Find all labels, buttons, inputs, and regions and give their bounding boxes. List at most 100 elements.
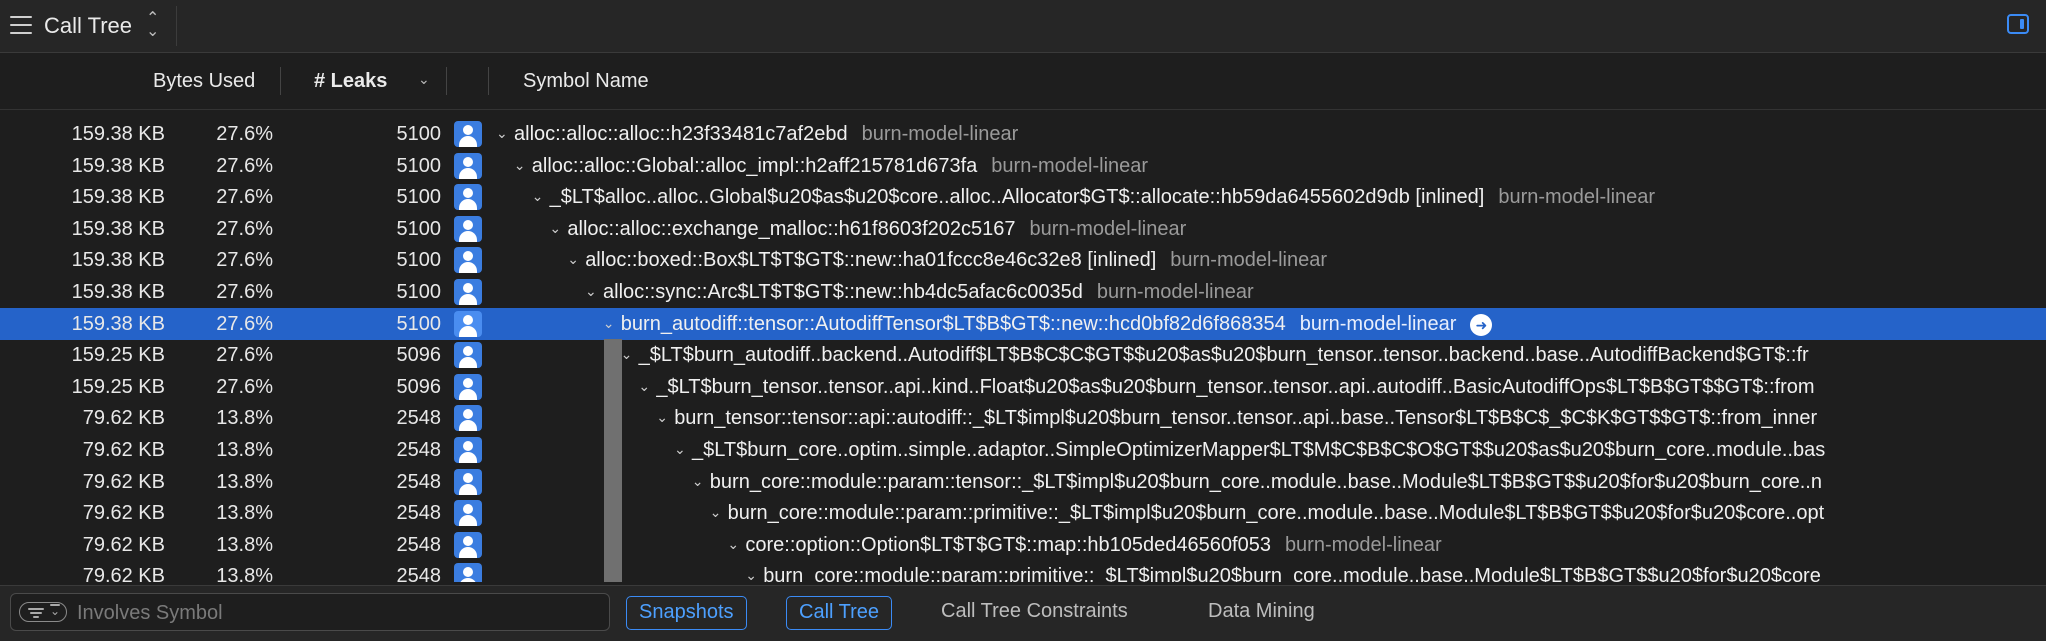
- symbol-cell[interactable]: ⌄ burn_core::module::param::primitive::_$…: [745, 565, 1821, 582]
- symbol-name: burn_core::module::param::tensor::_$LT$i…: [709, 470, 1822, 493]
- navigate-arrow-icon[interactable]: ➜: [1470, 313, 1493, 336]
- library-name: burn-model-linear: [861, 123, 1019, 145]
- table-row[interactable]: 159.38 KB 27.6% 5100 ⌄ _$LT$alloc..alloc..Gl…: [0, 181, 2046, 213]
- bytes-used-cell: 159.38 KB: [71, 249, 165, 272]
- user-code-icon: [454, 247, 482, 274]
- bytes-used-cell: 159.38 KB: [71, 312, 165, 335]
- leaks-cell: 5100: [396, 281, 442, 303]
- percent-cell: 13.8%: [216, 407, 273, 430]
- tab-call-tree[interactable]: Call Tree: [786, 596, 893, 630]
- symbol-name: alloc::boxed::Box$LT$T$GT$::new::ha01fcc…: [585, 249, 1157, 272]
- column-leaks[interactable]: # Leaks: [314, 70, 387, 93]
- symbol-cell[interactable]: ⌄ _$LT$alloc..alloc..Global$u20$as$u20$co…: [532, 186, 1655, 209]
- disclosure-chevron-icon[interactable]: ⌄: [532, 188, 550, 205]
- table-row[interactable]: 159.38 KB 27.6% 5100 ⌄ alloc::sync::Arc$LT$T…: [0, 276, 2046, 308]
- table-row[interactable]: 79.62 KB 13.8% 2548 ⌄ core::option::Option$L…: [0, 528, 2046, 561]
- tab-call-tree-constraints[interactable]: Call Tree Constraints: [929, 596, 1140, 630]
- table-row[interactable]: 159.38 KB 27.6% 5100 ⌄ burn_autodiff::tensor…: [0, 307, 2046, 340]
- disclosure-chevron-icon[interactable]: ⌄: [496, 125, 514, 142]
- table-row[interactable]: 159.38 KB 27.6% 5100 ⌄ alloc::alloc::Global:…: [0, 150, 2046, 182]
- user-code-icon: [454, 437, 482, 463]
- up-down-chevron-icon[interactable]: ⌃ ⌄: [146, 11, 159, 40]
- percent-cell: 27.6%: [216, 249, 273, 272]
- symbol-cell[interactable]: ⌄ burn_tensor::tensor::api::autodiff::_$L…: [656, 407, 1817, 430]
- symbol-name: burn_core::module::param::primitive::_$L…: [727, 502, 1825, 525]
- table-row[interactable]: 159.25 KB 27.6% 5096 ⌄ _$LT$burn_tensor..ten…: [0, 370, 2046, 403]
- column-divider[interactable]: [280, 67, 281, 95]
- symbol-cell[interactable]: ⌄ alloc::boxed::Box$LT$T$GT$::new::ha01fc…: [567, 249, 1327, 272]
- symbol-cell[interactable]: ⌄ alloc::sync::Arc$LT$T$GT$::new::hb4dc5a…: [585, 281, 1254, 304]
- table-row[interactable]: 159.38 KB 27.6% 5100 ⌄ alloc::alloc::alloc::…: [0, 118, 2046, 150]
- user-code-icon: [454, 468, 482, 495]
- heaviest-path-bar: [604, 434, 622, 466]
- disclosure-chevron-icon[interactable]: ⌄: [567, 251, 585, 268]
- table-row[interactable]: 159.38 KB 27.6% 5100 ⌄ alloc::boxed::Box$LT$…: [0, 244, 2046, 276]
- symbol-cell[interactable]: ⌄ _$LT$burn_tensor..tensor..api..kind..Fl…: [638, 376, 1814, 399]
- table-row[interactable]: 159.38 KB 27.6% 5100 ⌄ alloc::alloc::exchang…: [0, 213, 2046, 245]
- symbol-name: core::option::Option$LT$T$GT$::map::hb10…: [745, 533, 1271, 556]
- involves-symbol-search[interactable]: ⌄ Involves Symbol: [10, 593, 610, 631]
- call-tree-outline[interactable]: 159.38 KB 27.6% 5100 ⌄ alloc::alloc::alloc::…: [0, 118, 2046, 582]
- heaviest-path-bar: [604, 339, 622, 372]
- user-code-icon: [454, 342, 482, 369]
- disclosure-chevron-icon[interactable]: ⌄: [692, 473, 710, 490]
- disclosure-chevron-icon[interactable]: ⌄: [674, 441, 692, 458]
- disclosure-chevron-icon[interactable]: ⌄: [656, 409, 674, 426]
- symbol-name: burn_autodiff::tensor::AutodiffTensor$LT…: [620, 312, 1286, 335]
- symbol-name: alloc::alloc::alloc::h23f33481c7af2ebd: [514, 123, 848, 145]
- user-code-icon: [454, 184, 482, 211]
- filter-icon[interactable]: ⌄: [19, 602, 67, 622]
- disclosure-chevron-icon[interactable]: ⌄: [603, 315, 621, 332]
- symbol-name: alloc::sync::Arc$LT$T$GT$::new::hb4dc5af…: [603, 281, 1083, 303]
- library-name: burn-model-linear: [1170, 249, 1328, 272]
- table-row[interactable]: 79.62 KB 13.8% 2548 ⌄ burn_core::module::par…: [0, 465, 2046, 498]
- user-code-icon: [454, 500, 482, 527]
- toolbar: Call Tree ⌃ ⌄: [0, 0, 2046, 53]
- percent-cell: 13.8%: [216, 502, 273, 525]
- tab-data-mining[interactable]: Data Mining: [1196, 596, 1327, 630]
- symbol-cell[interactable]: ⌄ alloc::alloc::alloc::h23f33481c7af2ebd b…: [496, 123, 1018, 146]
- symbol-cell[interactable]: ⌄ core::option::Option$LT$T$GT$::map::hb1…: [727, 534, 1441, 557]
- disclosure-chevron-icon[interactable]: ⌄: [727, 536, 745, 553]
- table-row[interactable]: 79.62 KB 13.8% 2548 ⌄ burn_tensor::tensor::a…: [0, 402, 2046, 435]
- symbol-cell[interactable]: ⌄ alloc::alloc::exchange_malloc::h61f8603…: [549, 218, 1186, 241]
- disclosure-chevron-icon[interactable]: ⌄: [549, 220, 567, 237]
- user-code-icon: [454, 215, 482, 242]
- disclosure-chevron-icon[interactable]: ⌄: [621, 346, 639, 363]
- sort-chevron-icon[interactable]: ⌄: [418, 71, 430, 88]
- bytes-used-cell: 79.62 KB: [82, 470, 165, 493]
- symbol-cell[interactable]: ⌄ burn_autodiff::tensor::AutodiffTensor$L…: [603, 313, 1493, 336]
- percent-cell: 13.8%: [216, 533, 273, 556]
- tab-snapshots[interactable]: Snapshots: [626, 596, 747, 630]
- sidebar-toggle-icon[interactable]: [2007, 14, 2029, 34]
- symbol-cell[interactable]: ⌄ burn_core::module::param::tensor::_$LT$…: [692, 471, 1822, 494]
- view-title[interactable]: Call Tree: [44, 13, 132, 39]
- symbol-cell[interactable]: ⌄ burn_core::module::param::primitive::_$…: [710, 502, 1825, 525]
- symbol-cell[interactable]: ⌄ _$LT$burn_autodiff..backend..Autodiff$L…: [621, 344, 1809, 367]
- column-symbol-name[interactable]: Symbol Name: [523, 70, 649, 93]
- symbol-name: alloc::alloc::exchange_malloc::h61f8603f…: [567, 217, 1016, 240]
- user-code-icon: [454, 563, 482, 582]
- column-divider[interactable]: [446, 67, 447, 95]
- disclosure-chevron-icon[interactable]: ⌄: [514, 157, 532, 174]
- table-row[interactable]: 79.62 KB 13.8% 2548 ⌄ burn_core::module::par…: [0, 560, 2046, 582]
- bytes-used-cell: 159.38 KB: [71, 281, 165, 303]
- column-bytes-used[interactable]: Bytes Used: [153, 70, 255, 93]
- percent-cell: 27.6%: [216, 281, 273, 303]
- disclosure-chevron-icon[interactable]: ⌄: [585, 283, 603, 300]
- leaks-cell: 2548: [396, 407, 442, 430]
- disclosure-chevron-icon[interactable]: ⌄: [638, 378, 656, 395]
- percent-cell: 27.6%: [216, 312, 273, 335]
- hamburger-icon[interactable]: [10, 16, 34, 36]
- disclosure-chevron-icon[interactable]: ⌄: [745, 567, 763, 582]
- disclosure-chevron-icon[interactable]: ⌄: [710, 504, 728, 521]
- leaks-cell: 2548: [396, 439, 442, 461]
- table-row[interactable]: 159.25 KB 27.6% 5096 ⌄ _$LT$burn_autodiff..b…: [0, 339, 2046, 372]
- user-code-icon: [454, 405, 482, 432]
- symbol-cell[interactable]: ⌄ _$LT$burn_core..optim..simple..adaptor.…: [674, 439, 1825, 462]
- column-divider[interactable]: [488, 67, 489, 95]
- table-row[interactable]: 79.62 KB 13.8% 2548 ⌄ _$LT$burn_core..optim.…: [0, 434, 2046, 466]
- table-row[interactable]: 79.62 KB 13.8% 2548 ⌄ burn_core::module::par…: [0, 497, 2046, 530]
- symbol-cell[interactable]: ⌄ alloc::alloc::Global::alloc_impl::h2aff…: [514, 155, 1148, 178]
- bytes-used-cell: 159.38 KB: [71, 217, 165, 240]
